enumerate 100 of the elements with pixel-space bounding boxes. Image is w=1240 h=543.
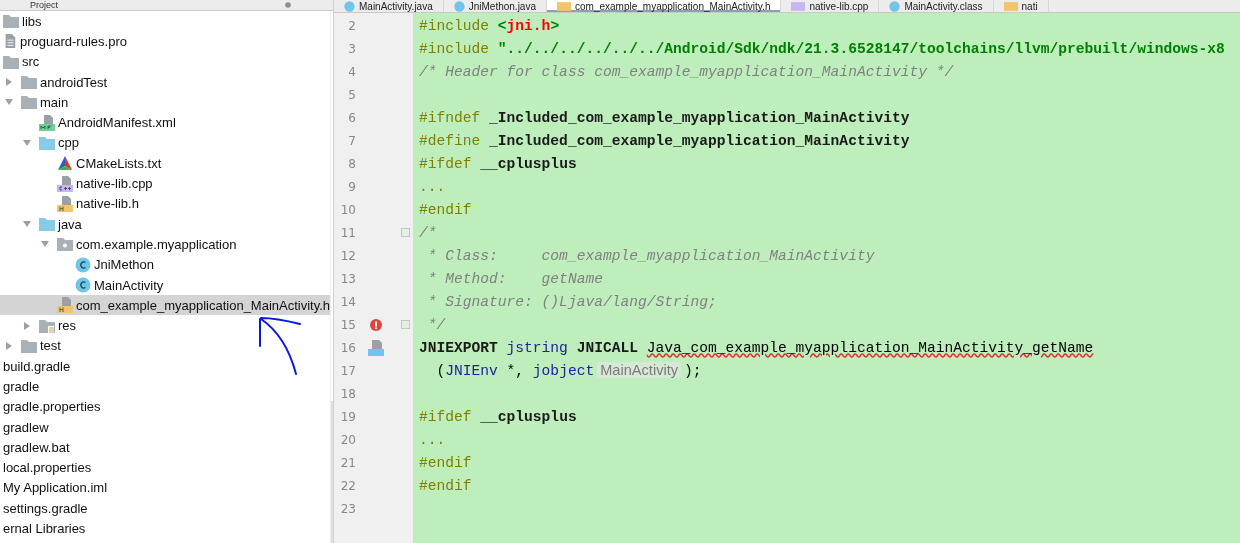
code-line: #endif [419, 454, 472, 471]
tree-item[interactable]: com.example.myapplication [0, 234, 331, 255]
code-line: */ [426, 316, 446, 333]
folder-icon [3, 54, 19, 69]
line-number: 5 [347, 87, 356, 102]
fold-marker-icon[interactable] [401, 320, 410, 329]
editor-tab[interactable]: MainActivity.class [879, 0, 994, 12]
tree-item[interactable]: My Application.iml [0, 477, 331, 499]
line-number: 14 [339, 294, 356, 309]
tree-item[interactable]: androidTest [0, 71, 331, 93]
text-file-icon [3, 33, 17, 50]
class-icon [889, 0, 901, 12]
folder-icon [21, 75, 37, 90]
tree-item[interactable]: CMakeLists.txt [0, 153, 331, 174]
cpp-file-icon [57, 175, 73, 192]
tree-item[interactable]: settings.gradle [0, 498, 331, 519]
header-file-icon [57, 195, 73, 212]
fold-marker-icon[interactable] [401, 228, 410, 237]
scrollbar-thumb[interactable] [331, 401, 333, 543]
code-line: #define _Included_com_example_myapplication_MainActivity [419, 132, 910, 149]
line-number: 23 [339, 501, 356, 516]
line-number: 7 [347, 133, 356, 148]
package-icon [57, 237, 73, 252]
header-file-icon [57, 297, 73, 314]
linked-file-icon[interactable] [368, 339, 384, 356]
collapsed-arrow-icon[interactable] [4, 77, 14, 88]
tree-item[interactable]: ernal Libraries [0, 518, 331, 539]
tree-item[interactable]: src [0, 51, 331, 72]
error-icon[interactable] [370, 318, 382, 331]
line-number: 18 [339, 386, 356, 401]
tree-item[interactable]: native-lib.cpp [0, 173, 331, 194]
code-line: /* [419, 224, 437, 241]
header-file-icon [1003, 1, 1018, 11]
line-number: 4 [347, 64, 356, 79]
code-line: #endif [419, 201, 472, 218]
class-icon [75, 256, 91, 273]
code-line: #include "../../../../../../Android/Sdk/ndk/21.3.6528147/toolchains/llvm/prebuilt/windows-x8 [419, 40, 1225, 57]
manifest-file-icon [39, 114, 55, 131]
line-number: 10 [339, 202, 356, 217]
folder-icon [39, 217, 55, 232]
code-line: * Class: com_example_myapplication_MainActivity [426, 247, 875, 264]
line-number: 9 [347, 179, 356, 194]
code-line: #ifdef __cplusplus [419, 408, 577, 425]
tree-item[interactable]: native-lib.h [0, 193, 331, 214]
code-line: JNIEXPORT jstring JNICALL Java_com_example_myapplication_MainActivity_getName [419, 339, 1094, 356]
code-line: #ifndef _Included_com_example_myapplication_MainActivity [419, 109, 910, 126]
editor-tab[interactable]: MainActivity.java [334, 0, 444, 12]
folder-icon [21, 338, 37, 353]
expanded-arrow-icon[interactable] [22, 137, 32, 148]
line-number: 11 [339, 225, 356, 240]
line-number: 16 [339, 340, 356, 355]
code-line: (JNIEnv *, jobject MainActivity ); [435, 362, 702, 379]
editor-tab[interactable]: native-lib.cpp [781, 0, 880, 12]
panel-title[interactable]: Project [30, 0, 58, 10]
tree-item[interactable]: proguard-rules.pro [0, 31, 331, 52]
tree-item[interactable]: libs [0, 11, 331, 32]
triangle-logo-icon [57, 155, 73, 172]
class-icon [344, 0, 355, 12]
line-number: 12 [339, 248, 356, 263]
folder-icon [39, 318, 55, 333]
editor-tab[interactable]: nati [993, 0, 1049, 12]
tree-item[interactable]: gradlew [0, 416, 331, 438]
line-number: 2 [347, 18, 356, 33]
line-number: 20 [339, 432, 356, 447]
code-line: #ifdef __cplusplus [419, 155, 577, 172]
code-line: ... [419, 178, 446, 195]
tree-item[interactable]: gradle.properties [0, 396, 331, 417]
collapsed-arrow-icon[interactable] [22, 320, 32, 331]
cpp-file-icon [791, 1, 806, 11]
class-icon [75, 277, 91, 293]
selected-tree-item[interactable]: com_example_myapplication_MainActivity.h [0, 295, 331, 316]
folder-icon [21, 95, 37, 110]
folder-icon [3, 14, 19, 29]
tree-item[interactable]: main [0, 92, 331, 113]
code-line: #endif [419, 477, 472, 494]
tree-item[interactable]: gradle [0, 376, 331, 397]
collapsed-arrow-icon[interactable] [4, 340, 14, 351]
tree-item[interactable]: java [0, 213, 331, 235]
line-number: 22 [339, 478, 356, 493]
line-number: 21 [339, 455, 356, 470]
tree-item[interactable]: res [0, 315, 331, 336]
editor-tab[interactable]: com_example_myapplication_MainActivity.h [547, 0, 782, 12]
line-number: 17 [339, 363, 356, 378]
tree-item[interactable]: local.properties [0, 457, 331, 478]
tree-item[interactable]: JniMethon [0, 254, 331, 275]
code-line: * Method: getName [426, 270, 603, 287]
tree-item[interactable]: build.gradle [0, 356, 331, 377]
code-line: /* Header for class com_example_myapplication_MainActivity */ [419, 63, 954, 80]
header-file-icon [557, 1, 571, 11]
folder-icon [39, 135, 55, 150]
line-number: 3 [347, 41, 356, 56]
tree-item[interactable]: MainActivity [0, 274, 331, 296]
line-number: 19 [339, 409, 356, 424]
tree-item[interactable]: AndroidManifest.xml [0, 112, 331, 133]
tree-item[interactable]: test [0, 335, 331, 357]
tree-item[interactable]: gradlew.bat [0, 437, 331, 458]
tree-item[interactable]: cpp [0, 132, 331, 154]
code-line: #include <jni.h> [419, 17, 560, 34]
line-number: 13 [339, 271, 356, 286]
line-number: 8 [347, 156, 356, 171]
